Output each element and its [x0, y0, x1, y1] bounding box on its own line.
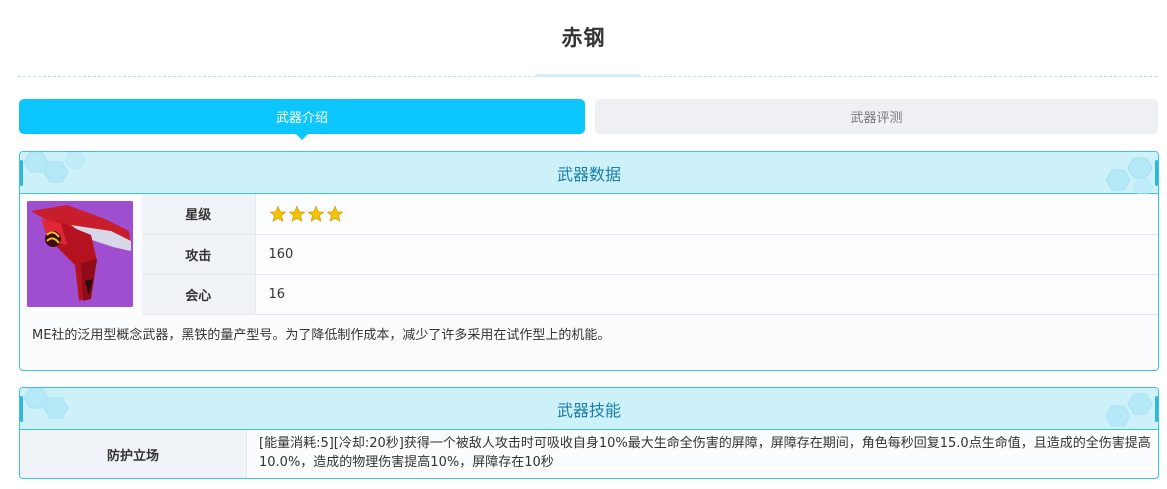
page-title: 赤钢	[561, 26, 606, 50]
weapon-description: ME社的泛用型概念武器，黑铁的量产型号。为了降低制作成本，减少了许多采用在试作型…	[32, 328, 611, 343]
table-row: 攻击 160	[142, 234, 1158, 275]
weapon-skill-header: 武器技能	[20, 388, 1158, 430]
hexagon-pattern-icon	[23, 152, 86, 183]
stat-value: 16	[255, 274, 1158, 315]
weapon-image	[27, 201, 133, 307]
weapon-skill-panel: 武器技能 防护立场 [能量消耗:5][冷却:20秒]获得一个被敌人攻击时可吸收自…	[19, 387, 1159, 479]
weapon-data-title: 武器数据	[556, 164, 621, 184]
stat-label: 星级	[142, 194, 256, 235]
weapon-stats-table: 星级 攻击 160 会心 16	[142, 194, 1159, 315]
stat-value: 160	[255, 234, 1158, 275]
star-icon	[269, 205, 286, 222]
hexagon-pattern-icon	[23, 388, 69, 419]
weapon-blade-icon	[27, 201, 133, 307]
hexagon-pattern-icon	[1105, 157, 1154, 194]
skill-description: [能量消耗:5][冷却:20秒]获得一个被敌人攻击时可吸收自身10%最大生命全伤…	[259, 436, 1151, 470]
star-icon	[288, 205, 305, 222]
skill-name: 防护立场	[20, 430, 247, 478]
tab-weapon-intro[interactable]: 武器介绍	[19, 99, 585, 140]
hexagon-pattern-icon	[1105, 393, 1153, 427]
table-row: 会心 16	[142, 274, 1158, 315]
star-icon	[307, 205, 324, 222]
stat-label: 会心	[142, 274, 256, 315]
weapon-data-panel: 武器数据 星级 攻击 160 会心 16 ME社的泛用型概念武器，黑铁的量产型号…	[19, 151, 1159, 371]
stat-value-stars	[255, 194, 1159, 235]
tab-weapon-review[interactable]: 武器评测	[595, 99, 1158, 134]
star-rating	[269, 205, 1159, 223]
table-row: 星级	[142, 194, 1159, 235]
star-icon	[326, 205, 343, 222]
weapon-skill-title: 武器技能	[556, 400, 621, 420]
title-divider-accent	[536, 74, 640, 77]
stat-label: 攻击	[142, 234, 256, 275]
weapon-data-header: 武器数据	[20, 152, 1158, 194]
